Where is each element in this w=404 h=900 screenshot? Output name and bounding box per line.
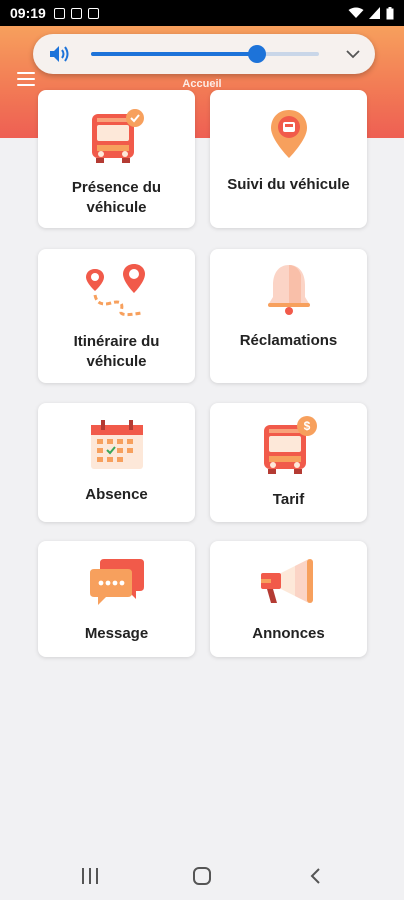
volume-thumb[interactable] bbox=[248, 45, 267, 63]
volume-panel bbox=[33, 34, 375, 74]
tile-label: Annonces bbox=[252, 625, 325, 642]
volume-fill bbox=[91, 52, 258, 56]
calendar-icon bbox=[90, 420, 143, 469]
gallery-notification-icon bbox=[53, 7, 65, 19]
tile-vehicle-presence[interactable]: Présence du véhicule bbox=[38, 90, 195, 228]
home-icon[interactable] bbox=[193, 867, 211, 885]
tile-absence[interactable]: Absence bbox=[38, 403, 195, 522]
tile-vehicle-route[interactable]: Itinéraire du véhicule bbox=[38, 249, 195, 383]
back-icon[interactable] bbox=[309, 868, 321, 884]
status-bar: 09:19 bbox=[0, 0, 404, 26]
route-icon bbox=[85, 264, 145, 317]
status-time: 09:19 bbox=[10, 5, 46, 21]
tile-vehicle-tracking[interactable]: Suivi du véhicule bbox=[210, 90, 367, 228]
megaphone-icon bbox=[260, 559, 313, 603]
page-title: Accueil bbox=[182, 78, 222, 90]
tile-message[interactable]: Message bbox=[38, 541, 195, 657]
signal-icon bbox=[369, 7, 380, 19]
tile-label: Message bbox=[84, 625, 149, 642]
app-notification-icon bbox=[87, 7, 99, 19]
bus-dollar-icon: $ bbox=[263, 416, 317, 474]
tile-label: Tarif bbox=[272, 491, 305, 508]
tile-label: Présence du véhicule bbox=[71, 179, 162, 216]
bell-icon bbox=[267, 265, 310, 315]
tile-label: Absence bbox=[85, 486, 148, 503]
tile-announcements[interactable]: Annonces bbox=[210, 541, 367, 657]
location-pin-icon bbox=[270, 110, 307, 158]
mail-notification-icon bbox=[70, 7, 82, 19]
tile-label: Réclamations bbox=[239, 332, 338, 349]
battery-icon bbox=[386, 6, 394, 19]
notification-icons bbox=[53, 7, 99, 19]
speaker-icon[interactable] bbox=[48, 44, 72, 64]
tile-label: Itinéraire du véhicule bbox=[73, 333, 160, 370]
chat-bubbles-icon bbox=[89, 559, 144, 605]
tile-complaints[interactable]: Réclamations bbox=[210, 249, 367, 383]
chevron-down-icon[interactable] bbox=[345, 46, 361, 62]
tile-fare[interactable]: $ Tarif bbox=[210, 403, 367, 522]
wifi-icon bbox=[348, 7, 364, 18]
system-navigation-bar bbox=[0, 852, 404, 900]
recent-apps-icon[interactable] bbox=[82, 868, 98, 884]
bus-check-icon bbox=[91, 109, 144, 163]
volume-slider[interactable] bbox=[91, 45, 319, 63]
svg-text:$: $ bbox=[303, 419, 310, 433]
tile-label: Suivi du véhicule bbox=[227, 176, 350, 193]
